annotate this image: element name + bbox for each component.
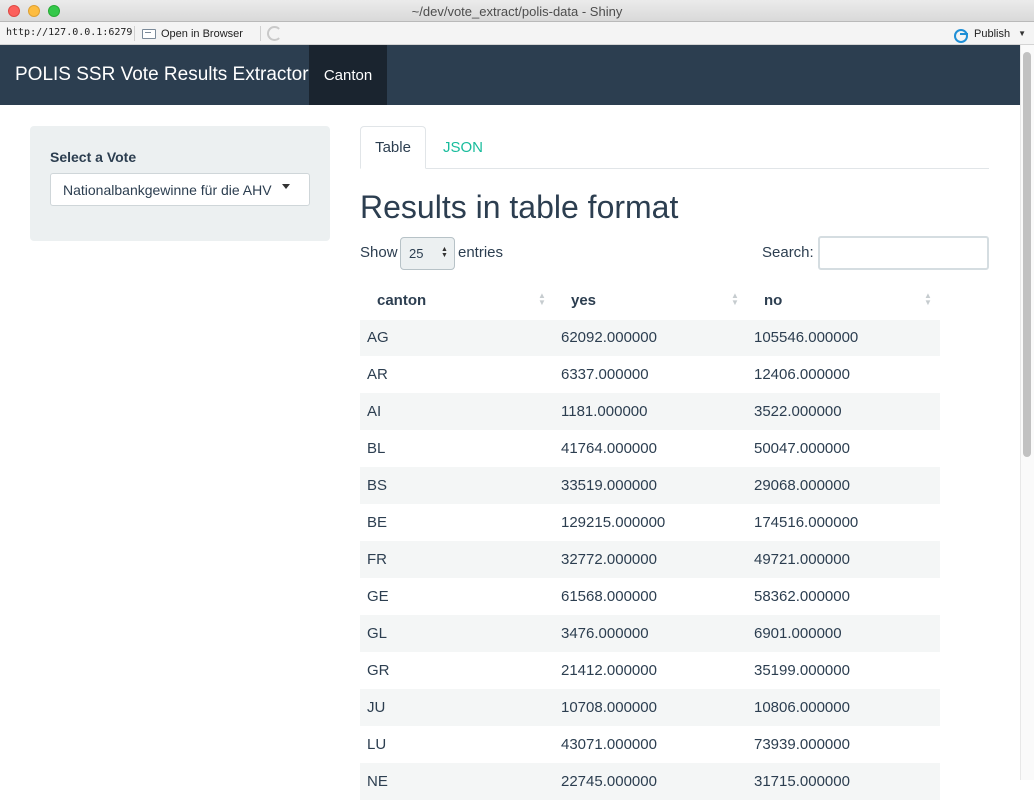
table-cell-no: 12406.000000 xyxy=(747,356,940,393)
table-cell-yes: 22745.000000 xyxy=(554,763,747,800)
table-cell-yes: 43071.000000 xyxy=(554,726,747,763)
table-cell-canton: BL xyxy=(360,430,554,467)
table-cell-yes: 62092.000000 xyxy=(554,319,747,356)
table-cell-no: 10806.000000 xyxy=(747,689,940,726)
column-header-label: yes xyxy=(571,291,597,309)
table-cell-yes: 1181.000000 xyxy=(554,393,747,430)
sort-icon: ▲ ▼ xyxy=(731,291,739,307)
table-cell-no: 73939.000000 xyxy=(747,726,940,763)
table-cell-canton: AI xyxy=(360,393,554,430)
column-header-yes[interactable]: yes ▲ ▼ xyxy=(554,282,747,320)
table-cell-yes: 21412.000000 xyxy=(554,652,747,689)
open-in-browser-button[interactable]: Open in Browser xyxy=(142,25,243,42)
page-title: Results in table format xyxy=(360,189,679,225)
table-row: BL 41764.000000 50047.000000 xyxy=(360,430,940,467)
table-cell-no: 31715.000000 xyxy=(747,763,940,800)
table-cell-canton: GR xyxy=(360,652,554,689)
table-cell-yes: 3476.000000 xyxy=(554,615,747,652)
table-row: AG 62092.000000 105546.000000 xyxy=(360,319,940,356)
column-header-label: canton xyxy=(377,291,427,309)
app-navbar: POLIS SSR Vote Results Extractor Canton xyxy=(0,45,1020,105)
table-cell-yes: 61568.000000 xyxy=(554,578,747,615)
table-row: BS 33519.000000 29068.000000 xyxy=(360,467,940,504)
page-scrollbar-thumb[interactable] xyxy=(1023,52,1031,457)
table-header-row: canton ▲ ▼ yes ▲ ▼ no ▲ ▼ xyxy=(360,282,940,320)
table-cell-no: 3522.000000 xyxy=(747,393,940,430)
table-cell-no: 174516.000000 xyxy=(747,504,940,541)
column-header-label: no xyxy=(764,291,783,309)
dropdown-caret-icon xyxy=(282,184,290,189)
table-cell-no: 105546.000000 xyxy=(747,319,940,356)
results-table: canton ▲ ▼ yes ▲ ▼ no ▲ ▼ AG 62092.000000 105… xyxy=(360,282,940,800)
table-cell-no: 6901.000000 xyxy=(747,615,940,652)
table-row: LU 43071.000000 73939.000000 xyxy=(360,726,940,763)
app-brand: POLIS SSR Vote Results Extractor xyxy=(15,64,309,85)
chevron-down-icon: ▼ xyxy=(1018,29,1026,38)
table-cell-no: 29068.000000 xyxy=(747,467,940,504)
table-row: BE 129215.000000 174516.000000 xyxy=(360,504,940,541)
select-arrows-icon: ▲ ▼ xyxy=(441,246,448,259)
tab-json[interactable]: JSON xyxy=(430,126,496,169)
search-label: Search: xyxy=(762,244,814,261)
table-cell-no: 49721.000000 xyxy=(747,541,940,578)
table-cell-no: 35199.000000 xyxy=(747,652,940,689)
table-row: GE 61568.000000 58362.000000 xyxy=(360,578,940,615)
publish-label: Publish xyxy=(974,27,1011,40)
table-cell-yes: 6337.000000 xyxy=(554,356,747,393)
table-cell-canton: AG xyxy=(360,319,554,356)
viewer-toolbar: http://127.0.0.1:6279 Open in Browser Pu… xyxy=(0,22,1034,45)
publish-icon xyxy=(953,26,969,43)
vote-select[interactable]: Nationalbankgewinne für die AHV xyxy=(50,173,310,206)
table-row: GR 21412.000000 35199.000000 xyxy=(360,652,940,689)
browser-window-icon xyxy=(142,28,156,39)
table-cell-no: 58362.000000 xyxy=(747,578,940,615)
table-cell-canton: BS xyxy=(360,467,554,504)
table-cell-yes: 41764.000000 xyxy=(554,430,747,467)
table-row: AI 1181.000000 3522.000000 xyxy=(360,393,940,430)
vote-select-label: Select a Vote xyxy=(50,149,137,165)
nav-tab-canton[interactable]: Canton xyxy=(309,45,387,105)
table-cell-yes: 32772.000000 xyxy=(554,541,747,578)
table-row: FR 32772.000000 49721.000000 xyxy=(360,541,940,578)
results-table-body: AG 62092.000000 105546.000000 AR 6337.000000… xyxy=(360,319,940,800)
table-cell-canton: BE xyxy=(360,504,554,541)
publish-button[interactable]: Publish ▼ xyxy=(953,25,1026,43)
table-cell-canton: GL xyxy=(360,615,554,652)
window-titlebar: ~/dev/vote_extract/polis-data - Shiny xyxy=(0,0,1034,22)
table-cell-no: 50047.000000 xyxy=(747,430,940,467)
table-cell-yes: 33519.000000 xyxy=(554,467,747,504)
show-label: Show xyxy=(360,244,398,261)
table-cell-canton: FR xyxy=(360,541,554,578)
sort-icon: ▲ ▼ xyxy=(538,291,546,307)
table-row: GL 3476.000000 6901.000000 xyxy=(360,615,940,652)
open-in-browser-label: Open in Browser xyxy=(161,27,243,40)
table-cell-canton: JU xyxy=(360,689,554,726)
toolbar-separator xyxy=(260,26,261,41)
table-cell-canton: LU xyxy=(360,726,554,763)
search-input[interactable] xyxy=(818,236,989,270)
table-row: AR 6337.000000 12406.000000 xyxy=(360,356,940,393)
entries-label: entries xyxy=(458,244,504,261)
tab-table[interactable]: Table xyxy=(360,126,426,169)
refresh-icon[interactable] xyxy=(267,26,282,41)
table-cell-yes: 129215.000000 xyxy=(554,504,747,541)
sort-icon: ▲ ▼ xyxy=(924,291,932,307)
table-row: NE 22745.000000 31715.000000 xyxy=(360,763,940,800)
table-row: JU 10708.000000 10806.000000 xyxy=(360,689,940,726)
table-cell-canton: AR xyxy=(360,356,554,393)
column-header-no[interactable]: no ▲ ▼ xyxy=(747,282,940,320)
column-header-canton[interactable]: canton ▲ ▼ xyxy=(360,282,554,320)
url-display: http://127.0.0.1:6279 xyxy=(6,27,133,38)
table-cell-canton: GE xyxy=(360,578,554,615)
toolbar-separator xyxy=(134,26,135,41)
window-title: ~/dev/vote_extract/polis-data - Shiny xyxy=(411,4,623,19)
table-cell-yes: 10708.000000 xyxy=(554,689,747,726)
table-cell-canton: NE xyxy=(360,763,554,800)
